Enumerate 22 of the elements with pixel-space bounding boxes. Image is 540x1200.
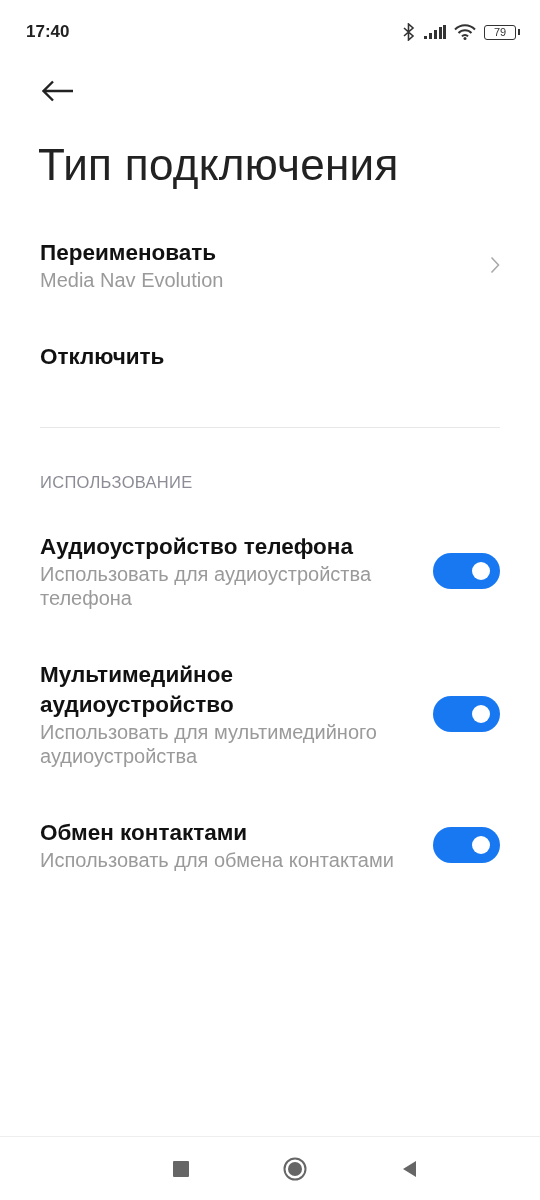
toggle-switch[interactable] <box>433 696 500 732</box>
setting-description: Использовать для мультимедийного аудиоустройства <box>40 720 378 768</box>
option-subtitle: Media Nav Evolution <box>40 268 224 292</box>
bluetooth-icon <box>402 23 416 41</box>
setting-title: Аудиоустройство телефона <box>40 533 355 561</box>
clock: 17:40 <box>26 22 70 42</box>
option-title[interactable]: Переименовать <box>40 238 224 268</box>
toggle-switch[interactable] <box>433 553 500 589</box>
setting-title: Обмен контактами <box>40 819 249 847</box>
back-icon[interactable] <box>401 1159 417 1178</box>
page-title: Тип подключения <box>38 140 400 190</box>
section-header: ИСПОЛЬЗОВАНИЕ <box>40 473 194 492</box>
option-title[interactable]: Отключить <box>40 342 165 372</box>
setting-description: Использовать для обмена контактами <box>40 848 395 872</box>
wifi-icon <box>454 24 476 40</box>
setting-title: Мультимедийное аудиоустройство <box>40 661 235 719</box>
setting-description: Использовать для аудиоустройства телефона <box>40 562 372 610</box>
toggle-switch[interactable] <box>433 827 500 863</box>
home-icon[interactable] <box>283 1156 307 1181</box>
recents-icon[interactable] <box>173 1160 189 1177</box>
signal-icon <box>424 25 446 39</box>
back-arrow-icon[interactable] <box>42 80 74 102</box>
